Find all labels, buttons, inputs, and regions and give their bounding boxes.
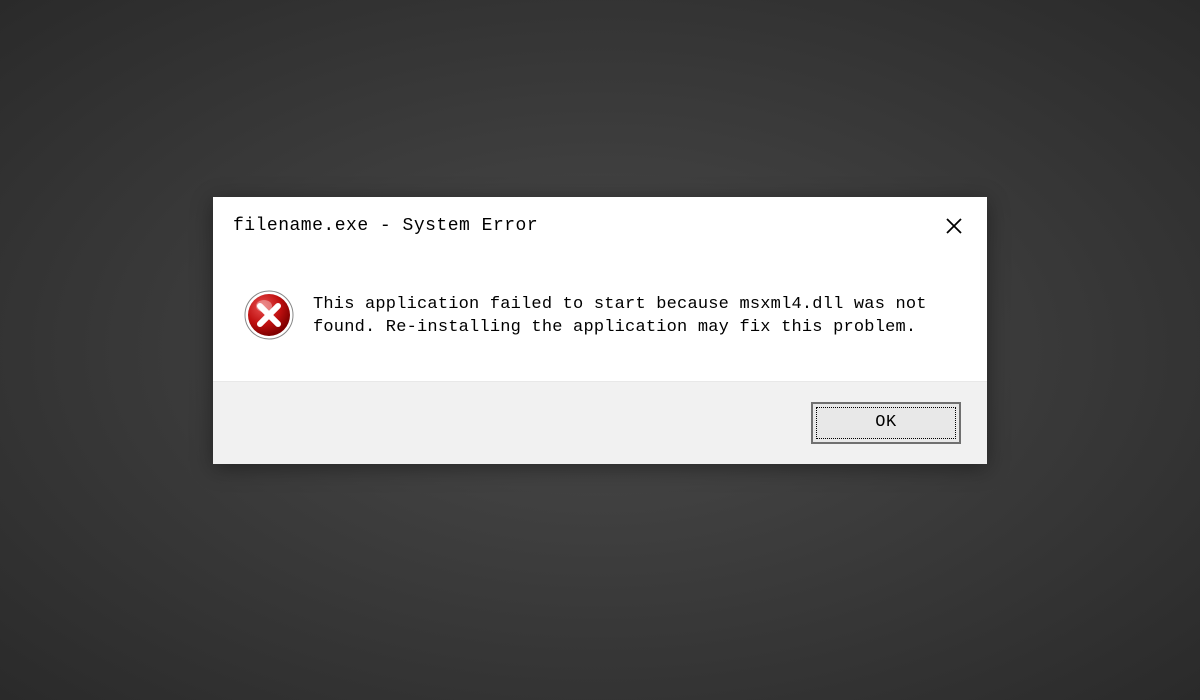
error-icon xyxy=(243,289,295,341)
ok-button[interactable]: OK xyxy=(811,402,961,444)
dialog-titlebar: filename.exe - System Error xyxy=(213,197,987,245)
close-button[interactable] xyxy=(941,213,967,239)
close-icon xyxy=(944,216,964,236)
error-dialog: filename.exe - System Error xyxy=(213,197,987,464)
error-message: This application failed to start because… xyxy=(313,293,953,341)
dialog-content: This application failed to start because… xyxy=(213,245,987,381)
dialog-title: filename.exe - System Error xyxy=(233,216,538,236)
dialog-button-area: OK xyxy=(213,381,987,464)
